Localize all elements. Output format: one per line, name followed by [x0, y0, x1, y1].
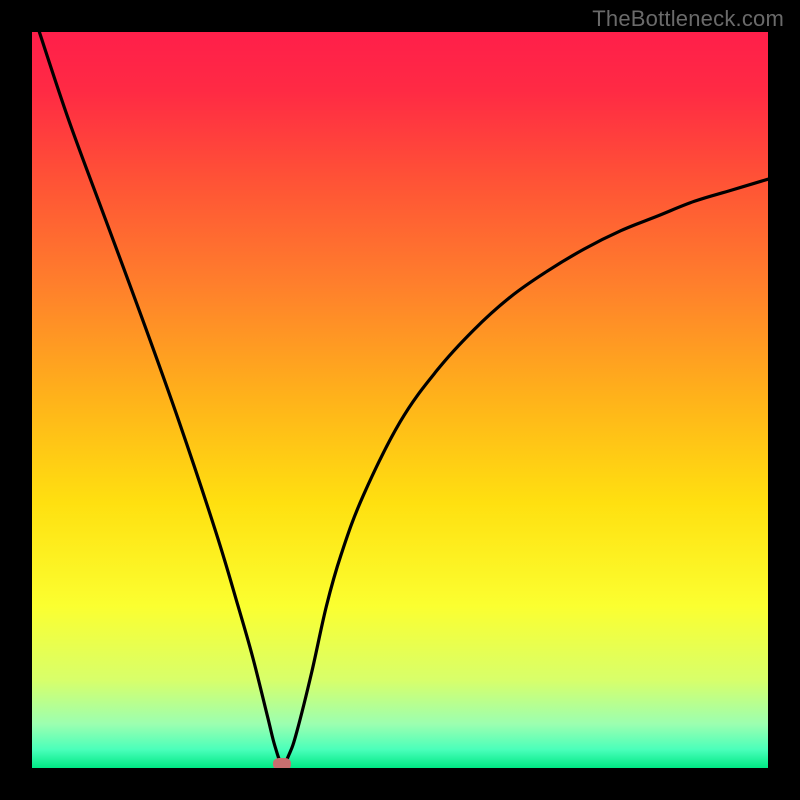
plot-area — [32, 32, 768, 768]
chart-frame: TheBottleneck.com — [0, 0, 800, 800]
bottleneck-curve — [32, 32, 768, 768]
minimum-marker — [273, 758, 291, 768]
watermark-text: TheBottleneck.com — [592, 6, 784, 32]
